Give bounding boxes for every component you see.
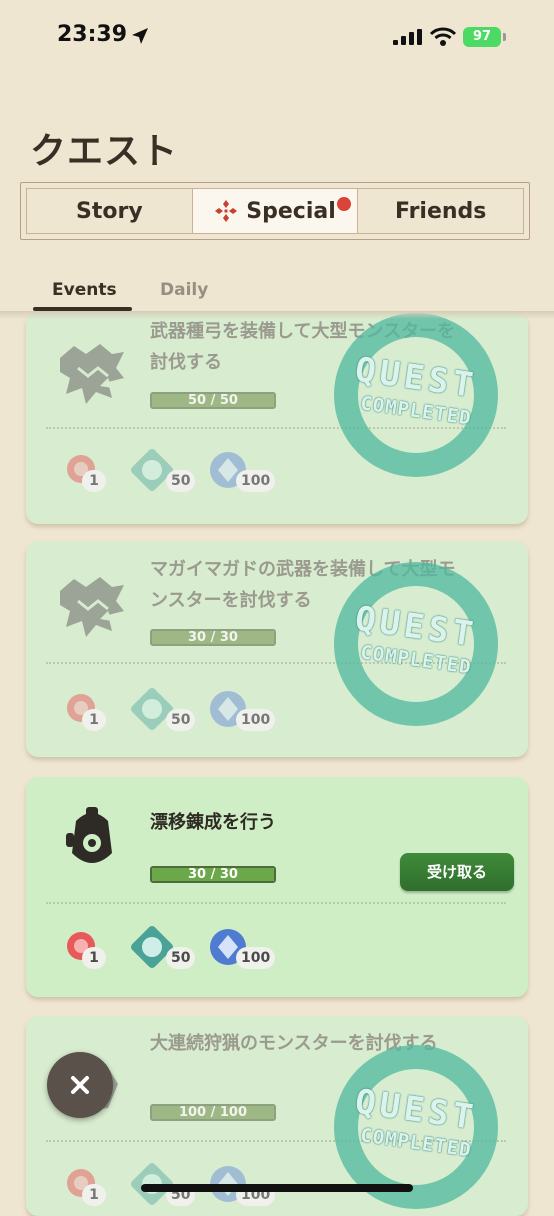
quest-completed-stamp: QUEST COMPLETED — [331, 312, 501, 480]
claim-button[interactable]: 受け取る — [400, 853, 514, 891]
quest-completed-stamp: QUEST COMPLETED — [331, 559, 501, 729]
progress-bar: 50 / 50 — [150, 392, 276, 409]
reward-item: 50 — [130, 687, 196, 735]
close-button[interactable] — [47, 1052, 113, 1118]
reward-count: 50 — [166, 709, 196, 731]
tab-special[interactable]: Special — [192, 189, 359, 233]
location-arrow-icon — [132, 28, 148, 44]
tab-friends-label: Friends — [394, 198, 487, 224]
subtab-events[interactable]: Events — [52, 280, 117, 300]
progress-bar: 30 / 30 — [150, 629, 276, 646]
reward-item: 50 — [130, 448, 196, 496]
reward-item: 100 — [208, 689, 276, 733]
quest-card[interactable]: マガイマガドの武器を装備して大型モンスターを討伐する 30 / 30 1 50 … — [26, 541, 528, 757]
reward-count: 100 — [236, 709, 276, 731]
reward-item: 1 — [64, 691, 106, 731]
progress-text: 100 / 100 — [178, 1105, 248, 1120]
tab-friends[interactable]: Friends — [358, 189, 523, 233]
reward-count: 50 — [166, 947, 196, 969]
signal-icon — [393, 29, 422, 45]
monster-icon — [60, 577, 124, 637]
progress-text: 30 / 30 — [188, 630, 238, 645]
page-title: クエスト — [30, 131, 179, 172]
status-time: 23:39 — [57, 22, 128, 47]
status-bar: 23:39 97 — [0, 0, 554, 72]
tab-story[interactable]: Story — [27, 189, 193, 233]
reward-item: 100 — [208, 927, 276, 971]
reward-count: 100 — [236, 470, 276, 492]
progress-text: 30 / 30 — [188, 867, 238, 882]
special-gem-icon — [215, 200, 238, 222]
progress-bar: 100 / 100 — [150, 1104, 276, 1121]
tab-special-label: Special — [246, 198, 336, 224]
category-tabs: Story Special Friends — [20, 182, 530, 240]
reward-item: 100 — [208, 450, 276, 494]
wifi-icon — [430, 27, 456, 46]
reward-item: 1 — [64, 1166, 106, 1206]
quest-card[interactable]: 武器種弓を装備して大型モンスターを討伐する 50 / 50 1 50 100 Q… — [26, 312, 528, 524]
home-indicator — [141, 1184, 413, 1192]
quest-title: 漂移錬成を行う — [150, 812, 276, 833]
reward-count: 1 — [82, 947, 106, 969]
quest-card[interactable]: 漂移錬成を行う 30 / 30 受け取る 1 50 100 — [26, 777, 528, 997]
monster-icon — [60, 344, 124, 404]
reward-count: 1 — [82, 470, 106, 492]
divider — [46, 902, 506, 904]
reward-count: 1 — [82, 1184, 106, 1206]
melding-pot-icon — [66, 807, 112, 863]
battery-cap — [503, 33, 506, 41]
reward-count: 50 — [166, 470, 196, 492]
reward-count: 1 — [82, 709, 106, 731]
tab-story-label: Story — [76, 198, 143, 224]
close-icon — [71, 1076, 89, 1094]
reward-item: 1 — [64, 929, 106, 969]
battery-indicator: 97 — [463, 27, 501, 47]
reward-count: 100 — [236, 947, 276, 969]
reward-item: 1 — [64, 452, 106, 492]
subtab-shadow — [0, 311, 554, 319]
progress-bar: 30 / 30 — [150, 866, 276, 883]
reward-item: 50 — [130, 925, 196, 973]
subtab-daily[interactable]: Daily — [160, 280, 208, 300]
progress-text: 50 / 50 — [188, 393, 238, 408]
notification-dot — [335, 195, 354, 213]
